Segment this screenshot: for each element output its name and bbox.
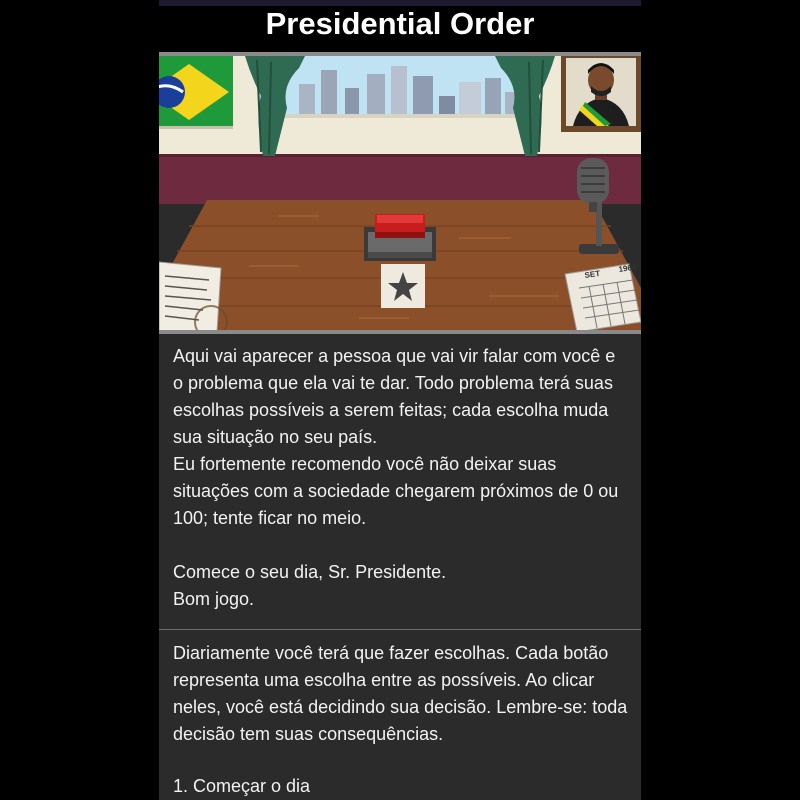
- instructions-text: Diariamente você terá que fazer escolhas…: [173, 643, 633, 744]
- president-portrait-icon: [561, 56, 641, 132]
- scene-divider: [159, 330, 641, 334]
- papers-icon: [159, 261, 228, 332]
- brazil-flag-icon: [159, 56, 233, 129]
- intro-text: Aqui vai aparecer a pessoa que vai vir f…: [173, 346, 619, 609]
- section-divider: [159, 629, 641, 630]
- wainscot: [159, 156, 641, 204]
- game-frame: Presidential Order SET 1964 Aqui vai apa…: [159, 0, 641, 800]
- city-skyline-window: [259, 56, 537, 118]
- calendar-icon: SET 1964: [564, 263, 641, 332]
- choice-start-day[interactable]: 1. Começar o dia: [173, 773, 310, 800]
- game-title: Presidential Order: [159, 6, 641, 52]
- calendar-year: 1964: [618, 263, 637, 274]
- star-card-icon: [381, 264, 425, 308]
- office-scene: SET 1964: [159, 56, 641, 332]
